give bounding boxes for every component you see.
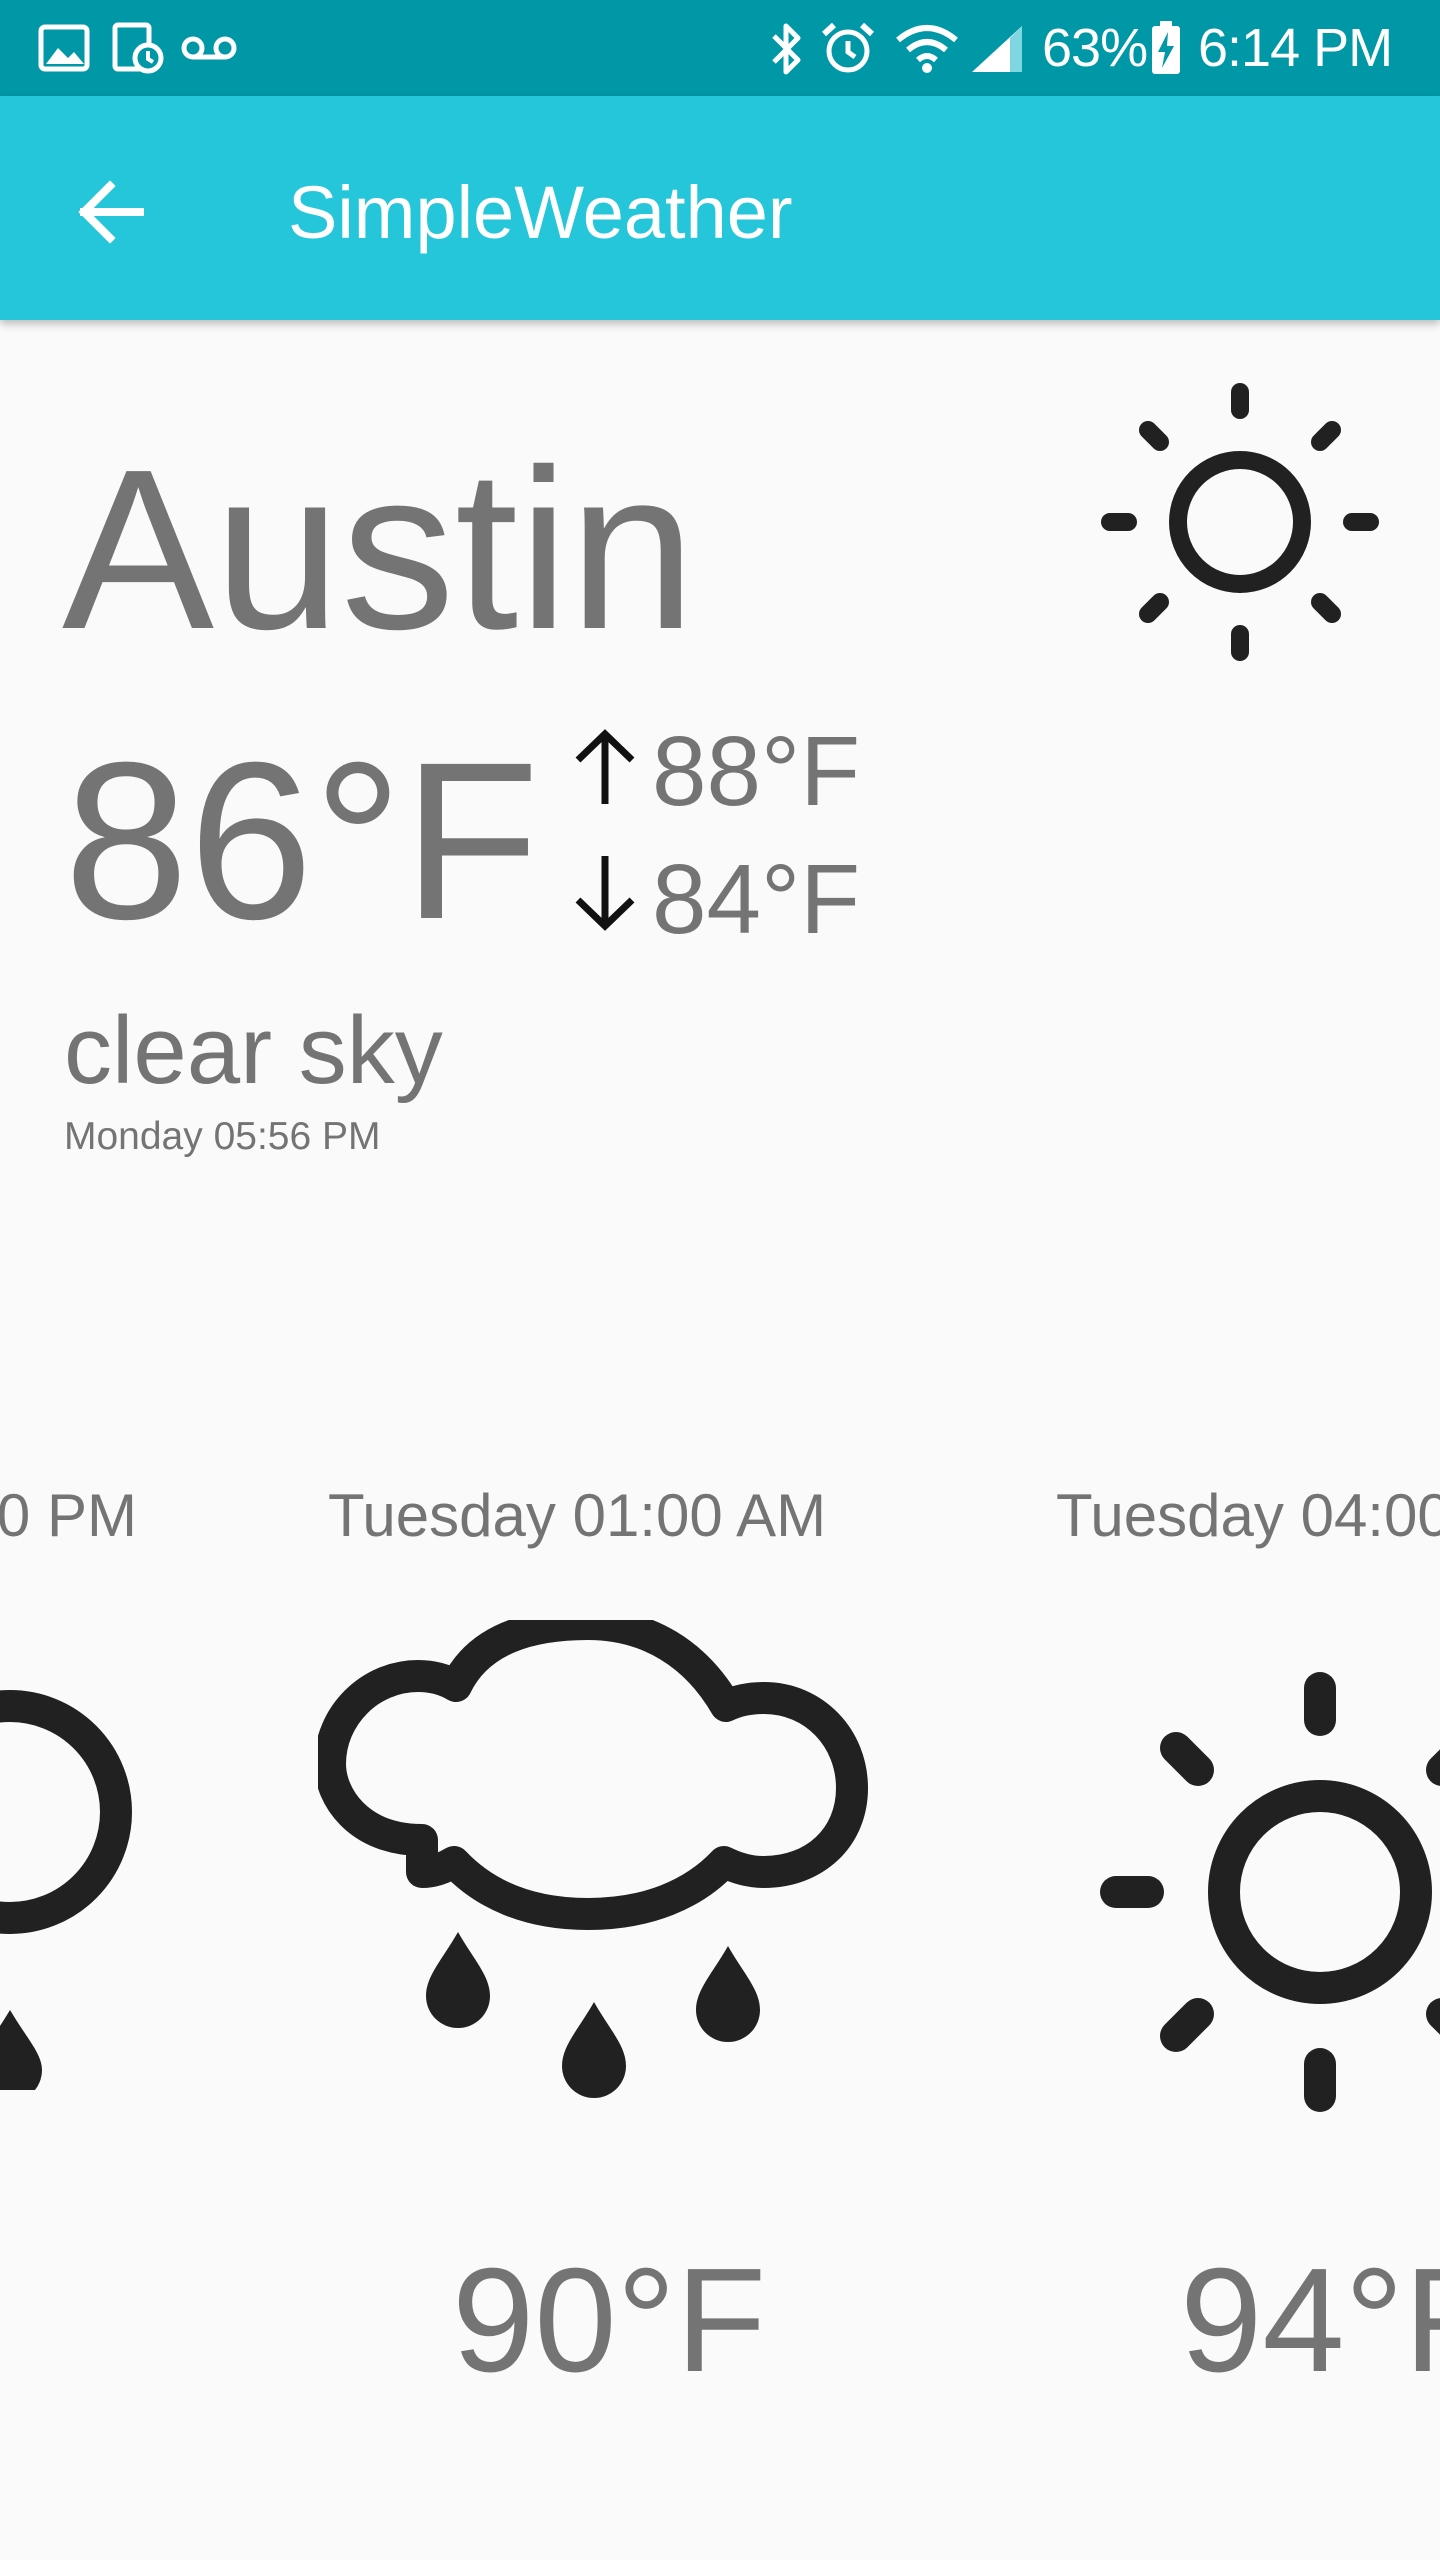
forecast-time: Monday 10:00 PM bbox=[0, 1482, 137, 1549]
alarm-icon bbox=[821, 22, 875, 73]
city-name: Austin bbox=[62, 423, 696, 677]
weather-condition: clear sky bbox=[64, 997, 443, 1104]
battery-charging-icon bbox=[1152, 21, 1180, 74]
signal-icon bbox=[972, 26, 1022, 72]
cloud-rain-icon bbox=[318, 1620, 868, 2098]
app-title: SimpleWeather bbox=[288, 171, 793, 254]
bluetooth-icon bbox=[772, 23, 801, 75]
status-bar: 63% 6:14 PM bbox=[0, 0, 1440, 96]
forecast-temperature: 90°F bbox=[452, 2238, 767, 2403]
current-temperature: 86°F bbox=[64, 716, 540, 966]
updated-time: Monday 05:56 PM bbox=[64, 1115, 381, 1158]
forecast-time: Tuesday 04:00 AM bbox=[1056, 1482, 1440, 1549]
arrow-left-icon[interactable] bbox=[56, 156, 168, 268]
arrow-down-icon bbox=[575, 856, 635, 931]
sun-icon bbox=[1101, 383, 1379, 661]
arrow-up-icon bbox=[575, 729, 635, 804]
forecast-strip[interactable]: Monday 10:00 PM Tuesday 01:00 AM 90°F Tu… bbox=[0, 1460, 1440, 2460]
forecast-temperature: 94°F bbox=[1180, 2238, 1440, 2403]
high-temperature: 88°F bbox=[652, 716, 861, 826]
battery-percent: 63% bbox=[1042, 18, 1148, 78]
voicemail-icon bbox=[181, 36, 237, 60]
moon-rain-icon bbox=[0, 1690, 132, 2090]
low-temperature: 84°F bbox=[652, 844, 861, 954]
forecast-time: Tuesday 01:00 AM bbox=[328, 1482, 827, 1549]
calendar-clock-icon bbox=[112, 22, 164, 74]
image-icon bbox=[38, 24, 90, 72]
clock-time: 6:14 PM bbox=[1198, 18, 1393, 78]
sun-icon bbox=[1100, 1672, 1440, 2112]
wifi-icon bbox=[896, 25, 958, 73]
